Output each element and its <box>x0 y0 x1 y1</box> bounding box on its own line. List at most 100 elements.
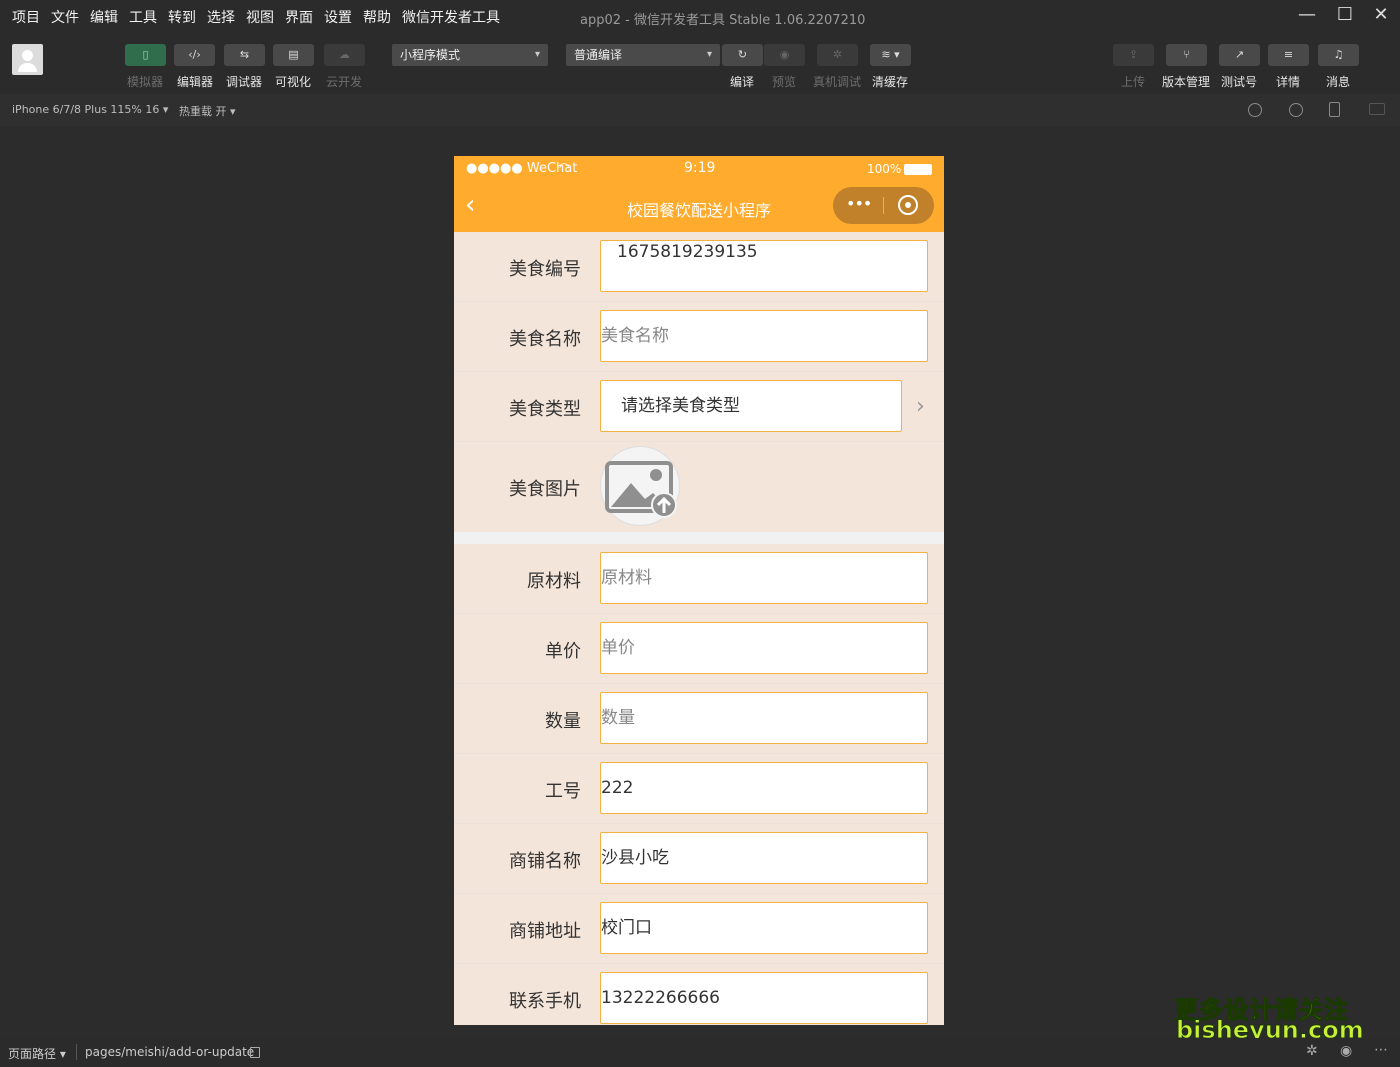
code-icon: ‹/› <box>188 48 201 61</box>
device-debug-button[interactable]: ✲ <box>817 44 858 66</box>
shop-address-input[interactable]: 校门口 <box>600 902 928 954</box>
field-label: 商铺地址 <box>509 921 581 942</box>
capsule-menu: ••• <box>833 187 934 224</box>
quantity-input[interactable]: 数量 <box>600 692 928 744</box>
menu-item-edit[interactable]: 编辑 <box>90 7 118 27</box>
test-account-button[interactable]: ↗ <box>1219 44 1260 66</box>
compile-select[interactable]: 普通编译 <box>566 44 720 66</box>
menu-item-settings[interactable]: 设置 <box>324 7 352 27</box>
window-title: app02 - 微信开发者工具 Stable 1.06.2207210 <box>580 13 866 28</box>
minimize-icon[interactable]: — <box>1292 4 1322 28</box>
external-link-icon: ↗ <box>1234 48 1245 61</box>
editor-toggle-button[interactable]: ‹/› <box>174 44 215 66</box>
phone-icon: ▯ <box>142 48 149 61</box>
preview-button[interactable]: ◉ <box>764 44 805 66</box>
menu-item-help[interactable]: 帮助 <box>363 7 391 27</box>
form-row-name: 美食名称 美食名称 <box>454 302 944 372</box>
menu-item-select[interactable]: 选择 <box>207 7 235 27</box>
field-label: 联系手机 <box>509 991 581 1012</box>
more-icon[interactable]: ⋯ <box>1374 1042 1388 1058</box>
compile-button[interactable]: ↻ <box>722 44 763 66</box>
field-label: 工号 <box>545 781 581 802</box>
refresh-icon: ↻ <box>737 48 748 61</box>
cloud-icon: ☁ <box>339 48 350 61</box>
food-id-input[interactable]: 1675819239135 <box>600 240 928 292</box>
clear-cache-label: 清缓存 <box>871 75 908 89</box>
messages-label: 消息 <box>1325 75 1350 89</box>
menu-item-interface[interactable]: 界面 <box>285 7 313 27</box>
menu-item-view[interactable]: 视图 <box>246 7 274 27</box>
page-path-toggle[interactable]: 页面路径 ▾ <box>8 1045 66 1062</box>
field-label: 美食图片 <box>509 479 581 500</box>
layers-icon: ≋ ▾ <box>881 48 900 61</box>
cloud-label: 云开发 <box>325 75 362 89</box>
phone-status-bar: ●●●●● WeChat ◠ 9:19 100% <box>454 156 944 182</box>
price-input[interactable]: 单价 <box>600 622 928 674</box>
close-icon[interactable]: ✕ <box>1366 4 1396 28</box>
eye-icon[interactable]: ◉ <box>1340 1043 1352 1059</box>
field-label: 美食编号 <box>509 259 581 280</box>
hot-reload-toggle[interactable]: 热重载 开 ▾ <box>179 103 236 119</box>
employee-id-input[interactable]: 222 <box>600 762 928 814</box>
menu-icon: ≡ <box>1283 48 1294 61</box>
image-upload-icon <box>605 461 677 518</box>
upload-icon: ⇪ <box>1128 48 1139 61</box>
menu-bar: 项目 文件 编辑 工具 转到 选择 视图 界面 设置 帮助 微信开发者工具 <box>12 7 500 27</box>
upload-button[interactable]: ⇪ <box>1113 44 1154 66</box>
more-icon[interactable]: ••• <box>846 194 872 213</box>
maximize-icon[interactable]: ☐ <box>1330 4 1360 28</box>
chevron-right-icon: › <box>916 394 925 419</box>
food-name-input[interactable]: 美食名称 <box>600 310 928 362</box>
field-label: 美食类型 <box>509 399 581 420</box>
copy-icon[interactable] <box>250 1047 260 1058</box>
form-row-ingredients: 原材料 原材料 <box>454 544 944 614</box>
field-label: 商铺名称 <box>509 851 581 872</box>
form-row-price: 单价 单价 <box>454 614 944 684</box>
preview-label: 预览 <box>771 75 796 89</box>
menu-item-devtools[interactable]: 微信开发者工具 <box>402 7 500 27</box>
phone-frame-icon[interactable] <box>1329 102 1340 117</box>
menu-item-project[interactable]: 项目 <box>12 7 40 27</box>
shop-name-input[interactable]: 沙县小吃 <box>600 832 928 884</box>
avatar[interactable] <box>12 44 43 75</box>
simulator-bar: iPhone 6/7/8 Plus 115% 16 ▾ 热重载 开 ▾ <box>0 94 1400 126</box>
menu-item-file[interactable]: 文件 <box>51 7 79 27</box>
window-icon[interactable] <box>1369 103 1385 115</box>
form-row-id: 美食编号 1675819239135 <box>454 232 944 302</box>
food-type-picker[interactable]: 请选择美食类型 <box>600 380 902 432</box>
bug-icon[interactable]: ✲ <box>1306 1043 1318 1059</box>
form-row-employee-id: 工号 222 <box>454 754 944 824</box>
rotate-icon[interactable] <box>1248 103 1262 117</box>
debugger-toggle-button[interactable]: ⇆ <box>224 44 265 66</box>
details-button[interactable]: ≡ <box>1268 44 1309 66</box>
ingredients-input[interactable]: 原材料 <box>600 552 928 604</box>
phone-input[interactable]: 13222266666 <box>600 972 928 1024</box>
sliders-icon: ⇆ <box>239 48 250 61</box>
form-row-image: 美食图片 <box>454 442 944 534</box>
eye-icon: ◉ <box>779 48 790 61</box>
close-target-icon[interactable] <box>898 195 918 215</box>
messages-button[interactable]: ♫ <box>1318 44 1359 66</box>
menu-item-goto[interactable]: 转到 <box>168 7 196 27</box>
field-label: 单价 <box>545 641 581 662</box>
visual-toggle-button[interactable]: ▤ <box>273 44 314 66</box>
title-bar: 项目 文件 编辑 工具 转到 选择 视图 界面 设置 帮助 微信开发者工具 ap… <box>0 0 1400 32</box>
wifi-icon: ◠ <box>559 160 570 174</box>
version-button[interactable]: ⑂ <box>1166 44 1207 66</box>
menu-item-tools[interactable]: 工具 <box>129 7 157 27</box>
field-label: 原材料 <box>527 571 581 592</box>
field-label: 数量 <box>545 711 581 732</box>
record-icon[interactable] <box>1289 103 1303 117</box>
battery-label: 100% <box>867 162 902 176</box>
section-divider <box>454 532 944 544</box>
simulator-toggle-button[interactable]: ▯ <box>125 44 166 66</box>
upload-label: 上传 <box>1120 75 1145 89</box>
mode-select[interactable]: 小程序模式 <box>392 44 548 66</box>
image-upload-button[interactable] <box>600 446 680 526</box>
cloud-button[interactable]: ☁ <box>324 44 365 66</box>
divider <box>76 1044 77 1060</box>
form-row-quantity: 数量 数量 <box>454 684 944 754</box>
device-select[interactable]: iPhone 6/7/8 Plus 115% 16 ▾ <box>12 103 168 116</box>
toolbar: ▯ 模拟器 ‹/› 编辑器 ⇆ 调试器 ▤ 可视化 ☁ 云开发 小程序模式 普通… <box>0 32 1400 94</box>
clear-cache-button[interactable]: ≋ ▾ <box>870 44 911 66</box>
